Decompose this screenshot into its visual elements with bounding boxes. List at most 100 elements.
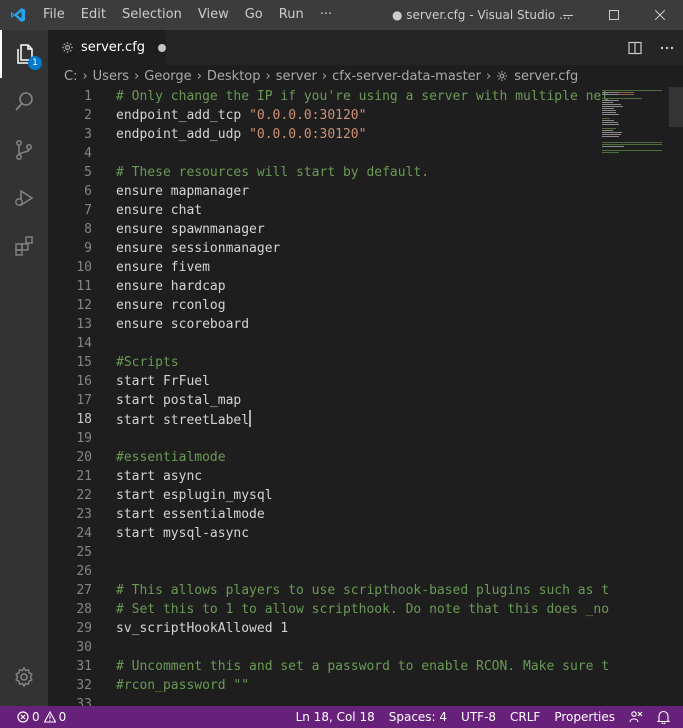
code-line[interactable]: ensure sessionmanager [116,239,280,258]
line-number: 6 [84,184,92,199]
encoding[interactable]: UTF-8 [454,706,503,728]
code-comment: #essentialmode [116,450,226,465]
minimap[interactable] [598,87,668,706]
explorer-icon[interactable]: 1 [0,30,48,78]
breadcrumb-item[interactable]: C: [64,69,77,84]
line-number: 28 [76,602,92,617]
tab-server-cfg[interactable]: server.cfg [48,30,166,65]
indentation[interactable]: Spaces: 4 [382,706,454,728]
maximize-icon[interactable] [591,0,637,30]
code-line[interactable]: ensure scoreboard [116,315,249,334]
line-number: 23 [76,507,92,522]
breadcrumb-item[interactable]: server.cfg [514,69,578,84]
menu-item-go[interactable]: Go [237,0,271,30]
scrollbar-thumb[interactable] [669,87,683,127]
code-line[interactable]: # Uncomment this and set a password to e… [116,657,609,676]
code-line[interactable]: start async [116,467,202,486]
code-line[interactable]: start streetLabel [116,410,252,429]
code-line[interactable]: ensure chat [116,201,202,220]
menu-item-more[interactable]: ··· [312,0,340,30]
line-number: 33 [76,697,92,706]
cursor-position[interactable]: Ln 18, Col 18 [289,706,382,728]
code-line[interactable]: #essentialmode [116,448,226,467]
menu-item-selection[interactable]: Selection [114,0,190,30]
code-line[interactable]: endpoint_add_udp "0.0.0.0:30120" [116,125,366,144]
code-comment: # Uncomment this and set a password to e… [116,659,610,674]
minimap-line [602,100,619,101]
problems-indicator[interactable]: 0 0 [10,706,73,728]
title-bar: File Edit Selection View Go Run ··· ● server.c… [0,0,683,30]
search-icon[interactable] [0,78,48,126]
breadcrumb-item[interactable]: server [276,69,317,84]
minimap-line [602,152,619,153]
line-number: 2 [84,108,92,123]
menu-bar: File Edit Selection View Go Run ··· [35,0,340,30]
code-line[interactable]: ensure fivem [116,258,210,277]
code-line[interactable]: #Scripts [116,353,179,372]
code-line[interactable]: ensure rconlog [116,296,226,315]
language-mode[interactable]: Properties [547,706,622,728]
breadcrumb-item[interactable]: cfx-server-data-master [332,69,481,84]
end-of-line[interactable]: CRLF [503,706,547,728]
code-comment: # Only change the IP if you're using a s… [116,89,610,104]
line-number: 15 [76,355,92,370]
minimap-line [602,118,610,119]
code-token: start streetLabel [116,413,250,428]
code-area[interactable]: # Only change the IP if you're using a s… [116,87,646,706]
extensions-icon[interactable] [0,222,48,270]
code-line[interactable]: #rcon_password "" [116,676,249,695]
split-editor-icon[interactable] [619,30,651,65]
minimize-icon[interactable] [545,0,591,30]
minimap-line [602,112,616,113]
breadcrumb-item[interactable]: Users [93,69,129,84]
code-token: ensure chat [116,203,203,218]
code-line[interactable]: # These resources will start by default. [116,163,429,182]
menu-item-file[interactable]: File [35,0,73,30]
code-line[interactable]: start essentialmode [116,505,265,524]
menu-item-run[interactable]: Run [271,0,312,30]
line-number: 3 [84,127,92,142]
code-line[interactable]: ensure mapmanager [116,182,249,201]
explorer-badge: 1 [28,56,42,70]
line-number-gutter: 1 2 3 4 5 6 7 8 9 10 11 12 13 14 15 16 17 18 19 20 21 22 23 24 2… [48,87,114,706]
notifications-bell-icon[interactable] [650,706,677,728]
code-line[interactable]: # This allows players to use scripthook-… [116,581,609,600]
code-token: endpoint_add_tcp [116,108,250,123]
line-number: 21 [76,469,92,484]
line-number: 12 [76,298,92,313]
code-line[interactable]: ensure hardcap [116,277,226,296]
settings-file-icon [61,41,75,55]
code-line[interactable]: sv_scriptHookAllowed 1 [116,619,288,638]
code-editor[interactable]: 1 2 3 4 5 6 7 8 9 10 11 12 13 14 15 16 17 18 19 20 21 22 23 24 2… [48,87,683,706]
code-line[interactable]: ensure spawnmanager [116,220,265,239]
minimap-line [602,104,621,105]
code-line[interactable]: start esplugin_mysql [116,486,273,505]
manage-gear-icon[interactable] [0,653,48,701]
minimap-line [602,102,613,103]
menu-item-view[interactable]: View [190,0,237,30]
unsaved-dot-icon[interactable] [158,43,166,52]
line-number: 30 [76,640,92,655]
chevron-right-icon: › [82,68,88,84]
code-comment: # These resources will start by default. [116,165,430,180]
more-actions-icon[interactable] [651,30,683,65]
window-controls [545,0,683,30]
line-number: 19 [76,431,92,446]
chevron-right-icon: › [134,68,140,84]
code-line[interactable]: endpoint_add_tcp "0.0.0.0:30120" [116,106,366,125]
code-line[interactable]: start postal_map [116,391,241,410]
breadcrumb-item[interactable]: Desktop [207,69,261,84]
close-icon[interactable] [637,0,683,30]
run-debug-icon[interactable] [0,174,48,222]
feedback-icon[interactable] [622,706,650,728]
code-line[interactable]: # Set this to 1 to allow scripthook. Do … [116,600,609,619]
minimap-line [619,92,634,93]
line-number: 5 [84,165,92,180]
source-control-icon[interactable] [0,126,48,174]
breadcrumb-item[interactable]: George [144,69,191,84]
vertical-scrollbar[interactable] [669,87,683,706]
code-line[interactable]: # Only change the IP if you're using a s… [116,87,609,106]
code-line[interactable]: start FrFuel [116,372,210,391]
menu-item-edit[interactable]: Edit [73,0,114,30]
code-line[interactable]: start mysql-async [116,524,249,543]
